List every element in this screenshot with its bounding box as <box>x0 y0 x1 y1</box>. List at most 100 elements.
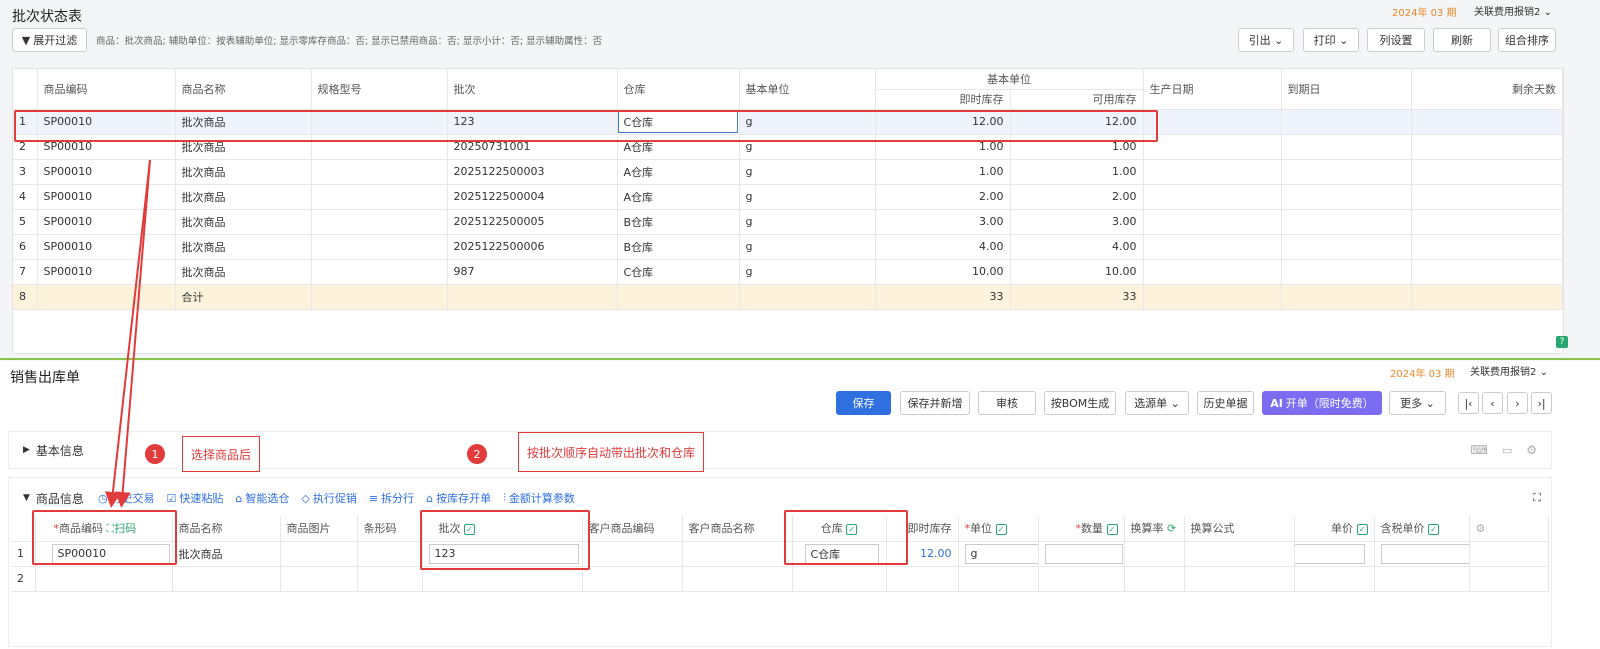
bom-generate-button[interactable]: 按BOM生成 <box>1044 391 1116 415</box>
form-related-label: 关联费用报销2 <box>1470 367 1537 378</box>
combined-sort-button[interactable]: 组合排序 <box>1498 28 1556 52</box>
cell-empty <box>1374 566 1470 592</box>
cell-stock: 10.00 <box>875 259 1011 285</box>
expand-filter-button[interactable]: ▼ 展开过滤 <box>12 28 87 52</box>
split-row-tool[interactable]: ≡ 拆分行 <box>369 490 414 506</box>
tag-icon: ◇ <box>301 491 310 505</box>
unit-input[interactable]: g <box>964 543 1037 564</box>
cell-name: 批次商品 <box>175 159 312 185</box>
more-button[interactable]: 更多 ⌄ <box>1389 391 1446 415</box>
cell-name: 批次商品 <box>172 541 281 567</box>
cell-unit: g <box>739 184 876 210</box>
col-warehouse: 仓库 <box>617 69 740 110</box>
select-source-button[interactable]: 选源单 ⌄ <box>1125 391 1189 415</box>
form-related-dropdown[interactable]: 关联费用报销2 ⌄ <box>1470 363 1548 378</box>
cell-code: SP00010 <box>37 184 176 210</box>
cell-warehouse: C仓库 <box>617 259 740 285</box>
row-index: 2 <box>11 566 36 592</box>
cell-batch: 987 <box>447 259 618 285</box>
check-icon: ✓ <box>995 523 1007 535</box>
goods-section: ▼ 商品信息 ◷ 历史交易 ☑ 快速粘贴 ⌂ 智能选仓 ◇ 执行促销 ≡ 拆分行 ⌂ 按库存… <box>8 477 1552 647</box>
export-button[interactable]: 引出 ⌄ <box>1238 28 1294 52</box>
amount-params-tool[interactable]: ⫶ 金额计算参数 <box>503 490 575 506</box>
smart-warehouse-tool[interactable]: ⌂ 智能选仓 <box>235 490 289 506</box>
cell-available: 2.00 <box>1010 184 1144 210</box>
cell-unit: g <box>739 209 876 235</box>
col-tax-price: 含税单价 ✓ <box>1374 516 1470 542</box>
related-dropdown[interactable]: 关联费用报销2 ⌄ <box>1474 3 1552 18</box>
print-button[interactable]: 打印 ⌄ <box>1303 28 1359 52</box>
table-row[interactable]: 3 SP00010 批次商品 2025122500003 A仓库 g 1.00 1.00 <box>13 159 1563 185</box>
cell-remaining <box>1411 109 1563 135</box>
history-trade-label: 历史交易 <box>110 492 155 505</box>
total-label: 合计 <box>175 284 312 310</box>
fullscreen-icon[interactable]: ⛶ <box>1533 491 1541 505</box>
table-row[interactable]: 6 SP00010 批次商品 2025122500006 B仓库 g 4.00 4.00 <box>13 234 1563 260</box>
save-button[interactable]: 保存 <box>836 391 891 415</box>
cell-unit: g <box>739 259 876 285</box>
batch-status-report: 批次状态表 2024年 03 期 关联费用报销2 ⌄ ▼ 展开过滤 商品：批次商品… <box>0 0 1600 366</box>
prev-record-button[interactable]: ‹ <box>1482 392 1503 414</box>
last-record-button[interactable]: ›| <box>1531 392 1552 414</box>
by-stock-tool[interactable]: ⌂ 按库存开单 <box>426 490 491 506</box>
refresh-button[interactable]: 刷新 <box>1433 28 1491 52</box>
cell-name: 批次商品 <box>175 184 312 210</box>
audit-button[interactable]: 审核 <box>978 391 1036 415</box>
cell-available: 10.00 <box>1010 259 1144 285</box>
ai-order-button[interactable]: AI 开单（限时免费） <box>1262 391 1382 415</box>
split-row-label: 拆分行 <box>381 492 415 505</box>
table-row[interactable]: 4 SP00010 批次商品 2025122500004 A仓库 g 2.00 2.00 <box>13 184 1563 210</box>
first-record-button[interactable]: |‹ <box>1458 392 1479 414</box>
filter-icon: ▼ <box>21 33 31 47</box>
row-index: 6 <box>13 234 38 260</box>
keyboard-icon[interactable]: ⌨ <box>1471 443 1488 457</box>
col-qty-label: 数量 <box>1081 522 1103 536</box>
chevron-down-icon: ⌄ <box>1339 33 1349 47</box>
cell-prod-date <box>1143 159 1282 185</box>
cell-code: SP00010 <box>37 159 176 185</box>
table-row[interactable]: 7 SP00010 批次商品 987 C仓库 g 10.00 10.00 <box>13 259 1563 285</box>
row-index: 7 <box>13 259 38 285</box>
cell-image <box>280 541 358 567</box>
column-gear-icon[interactable]: ⚙ <box>1469 516 1549 542</box>
col-name: 商品名称 <box>172 516 281 542</box>
cell-remaining <box>1411 234 1563 260</box>
history-trade-tool[interactable]: ◷ 历史交易 <box>98 490 155 506</box>
clock-icon: ◷ <box>97 491 108 505</box>
callout-2-number: 2 <box>467 444 487 464</box>
cell-prod-date <box>1143 134 1282 160</box>
gear-icon[interactable]: ⚙ <box>1526 443 1537 457</box>
col-rate-label: 换算率 <box>1130 522 1164 536</box>
price-input[interactable] <box>1294 543 1365 564</box>
quick-paste-label: 快速粘贴 <box>179 492 224 505</box>
qty-input[interactable] <box>1044 543 1123 564</box>
col-price: 单价 ✓ <box>1294 516 1375 542</box>
print-setting-icon[interactable]: ▭ <box>1502 444 1512 457</box>
table-row[interactable]: 1 SP00010 批次商品 123 C仓库 12.00 g <box>11 541 1549 567</box>
col-remaining-days: 剩余天数 <box>1411 69 1563 110</box>
cell-stock: 1.00 <box>875 159 1011 185</box>
check-icon: ✓ <box>1356 523 1368 535</box>
quick-paste-tool[interactable]: ☑ 快速粘贴 <box>167 490 224 506</box>
cell-stock: 4.00 <box>875 234 1011 260</box>
cell-prod-date <box>1143 209 1282 235</box>
more-label: 更多 <box>1400 397 1423 410</box>
total-row: 8 合计 33 33 <box>13 284 1563 310</box>
next-record-button[interactable]: › <box>1507 392 1528 414</box>
related-label: 关联费用报销2 <box>1474 7 1541 18</box>
column-settings-button[interactable]: 列设置 <box>1367 28 1425 52</box>
cell-code: SP00010 <box>37 234 176 260</box>
col-image: 商品图片 <box>280 516 358 542</box>
promotion-tool[interactable]: ◇ 执行促销 <box>301 490 356 506</box>
cell-name: 批次商品 <box>175 209 312 235</box>
refresh-icon[interactable]: ⟳ <box>1167 522 1176 535</box>
tax-price-input[interactable] <box>1380 543 1468 564</box>
table-row[interactable]: 2 <box>11 566 1549 592</box>
cell-empty <box>280 566 358 592</box>
table-row[interactable]: 5 SP00010 批次商品 2025122500005 B仓库 g 3.00 3.00 <box>13 209 1563 235</box>
col-unit-label: 单位 <box>970 522 992 536</box>
history-docs-button[interactable]: 历史单据 <box>1197 391 1254 415</box>
help-icon[interactable]: ? <box>1556 336 1568 348</box>
save-new-button[interactable]: 保存并新增 <box>900 391 970 415</box>
promotion-label: 执行促销 <box>312 492 357 505</box>
